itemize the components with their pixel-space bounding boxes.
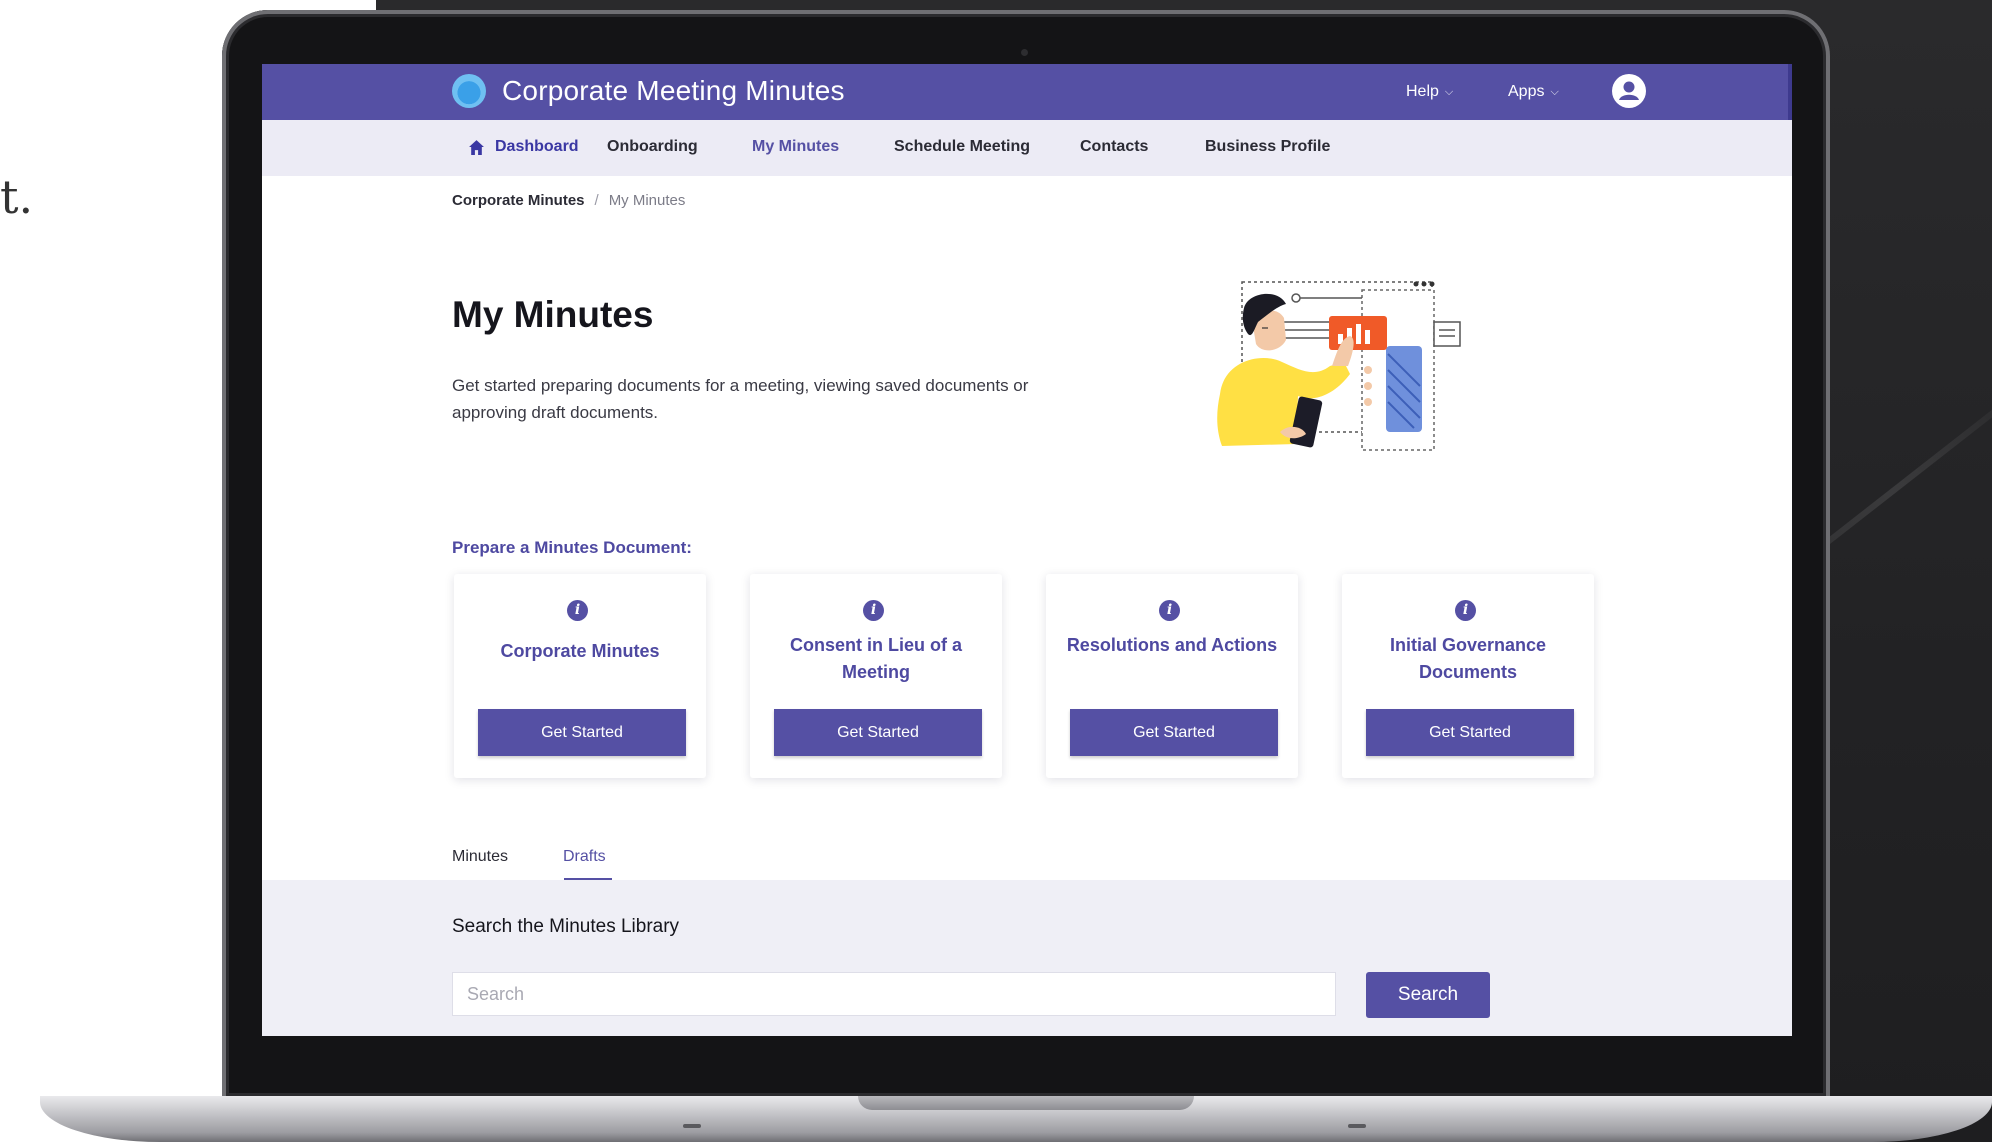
tab-drafts[interactable]: Drafts xyxy=(563,848,606,866)
cropped-text-fragment: t. xyxy=(0,170,34,224)
info-icon[interactable]: i xyxy=(1455,600,1476,621)
card-title: Corporate Minutes xyxy=(500,641,660,661)
nav-item-onboarding[interactable]: Onboarding xyxy=(607,138,698,156)
webcam xyxy=(1021,49,1028,56)
breadcrumb: Corporate Minutes / My Minutes xyxy=(452,192,685,209)
breadcrumb-current: My Minutes xyxy=(608,192,686,209)
laptop-foot xyxy=(683,1124,701,1128)
tab-minutes[interactable]: Minutes xyxy=(452,848,508,866)
prepare-section-heading: Prepare a Minutes Document: xyxy=(452,538,692,557)
home-icon xyxy=(468,139,485,156)
nav-item-contacts[interactable]: Contacts xyxy=(1080,138,1148,156)
help-menu[interactable]: Help ⌵ xyxy=(1406,83,1453,101)
page-description: Get started preparing documents for a me… xyxy=(452,376,1029,422)
nav-item-dashboard-label: Dashboard xyxy=(495,138,579,155)
get-started-button[interactable]: Get Started xyxy=(478,709,686,756)
doc-type-card-resolutions-actions: i Resolutions and Actions Get Started xyxy=(1046,574,1298,778)
laptop-screen: Corporate Meeting Minutes Help ⌵ Apps ⌵ … xyxy=(262,64,1792,1036)
chevron-down-icon: ⌵ xyxy=(1550,85,1559,98)
card-title: Resolutions and Actions xyxy=(1066,635,1278,655)
card-title: Initial Governance Documents xyxy=(1389,635,1547,682)
get-started-button[interactable]: Get Started xyxy=(774,709,982,756)
user-avatar-icon[interactable] xyxy=(1612,74,1646,108)
search-input[interactable] xyxy=(452,972,1336,1016)
nav-item-business-profile[interactable]: Business Profile xyxy=(1205,138,1330,156)
nav-item-schedule-meeting[interactable]: Schedule Meeting xyxy=(894,138,1030,156)
laptop-foot xyxy=(1348,1124,1366,1128)
info-icon[interactable]: i xyxy=(863,600,884,621)
search-button[interactable]: Search xyxy=(1366,972,1490,1018)
apps-menu[interactable]: Apps ⌵ xyxy=(1508,83,1559,101)
doc-type-card-corporate-minutes: i Corporate Minutes Get Started xyxy=(454,574,706,778)
breadcrumb-root-link[interactable]: Corporate Minutes xyxy=(452,192,585,209)
apps-menu-label: Apps xyxy=(1508,83,1545,100)
breadcrumb-separator: / xyxy=(594,192,599,209)
nav-item-my-minutes[interactable]: My Minutes xyxy=(752,138,839,156)
app-logo-icon[interactable] xyxy=(452,74,486,108)
doc-type-card-initial-governance: i Initial Governance Documents Get Start… xyxy=(1342,574,1594,778)
info-icon[interactable]: i xyxy=(1159,600,1180,621)
top-app-bar: Corporate Meeting Minutes Help ⌵ Apps ⌵ xyxy=(262,64,1792,120)
laptop-hinge-notch xyxy=(858,1096,1194,1110)
doc-type-card-consent-in-lieu: i Consent in Lieu of a Meeting Get Start… xyxy=(750,574,1002,778)
help-menu-label: Help xyxy=(1406,83,1439,100)
nav-item-dashboard[interactable]: Dashboard xyxy=(468,138,579,156)
page-title: My Minutes xyxy=(452,294,654,335)
info-icon[interactable]: i xyxy=(567,600,588,621)
chevron-down-icon: ⌵ xyxy=(1444,85,1454,98)
person-with-charts-illustration xyxy=(1217,281,1461,451)
app-title: Corporate Meeting Minutes xyxy=(502,75,845,106)
card-title: Consent in Lieu of a Meeting xyxy=(789,635,962,682)
search-heading: Search the Minutes Library xyxy=(452,916,680,937)
get-started-button[interactable]: Get Started xyxy=(1366,709,1574,756)
get-started-button[interactable]: Get Started xyxy=(1070,709,1278,756)
main-nav: Dashboard Onboarding My Minutes Schedule… xyxy=(262,120,1792,176)
